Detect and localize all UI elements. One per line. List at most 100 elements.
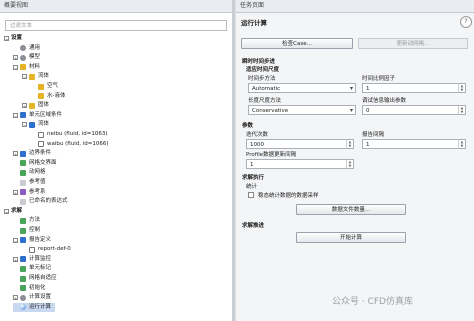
time-advancement-section: 瞬时时间步进 bbox=[242, 59, 276, 65]
tree-item[interactable]: 动网格 bbox=[13, 168, 46, 177]
tree-item[interactable]: 初始化 bbox=[13, 284, 46, 293]
tree-item[interactable]: 网格交界面 bbox=[13, 159, 57, 168]
reporting-interval-value: 1 bbox=[366, 142, 370, 148]
tree-item-label: 已命名的表达式 bbox=[29, 198, 68, 205]
update-dynamic-mesh-button[interactable]: 更新动网格... bbox=[358, 38, 468, 49]
outline-view-title: 概要视图 bbox=[0, 0, 232, 13]
tree-node-icon bbox=[20, 112, 26, 119]
verbosity-input[interactable]: 0 ▲ ▼ bbox=[362, 105, 466, 115]
tree-node-icon bbox=[20, 160, 26, 167]
collapse-icon[interactable]: − bbox=[13, 64, 18, 71]
spinner-arrows-icon[interactable]: ▲ ▼ bbox=[346, 140, 353, 148]
data-file-quantities-button[interactable]: 数据文件数量... bbox=[296, 204, 406, 215]
tree-item-label: 报告定义 bbox=[29, 236, 52, 243]
profile-update-interval-input[interactable]: 1 ▲ ▼ bbox=[246, 159, 354, 169]
tree-item[interactable]: 参考值 bbox=[13, 178, 46, 187]
iterations-value: 1000 bbox=[250, 142, 264, 148]
outline-view-panel: 概要视图 过滤文本 − 设置 通用 + 模型 − 材料 − 流体 空气 水-液体 + 固体 − 单元区域条件… bbox=[0, 0, 233, 321]
tree-item[interactable]: 方法 bbox=[13, 216, 40, 225]
collapse-icon[interactable]: − bbox=[4, 208, 9, 215]
tree-item-label: 单元区域条件 bbox=[29, 111, 63, 118]
data-sampling-checkbox[interactable] bbox=[248, 192, 254, 198]
tree-item[interactable]: − 设置 bbox=[4, 34, 22, 43]
tree-item-label: 流体 bbox=[38, 73, 50, 80]
collapse-icon[interactable]: − bbox=[4, 36, 9, 42]
tree-item[interactable]: 控制 bbox=[13, 226, 40, 235]
tree-item[interactable]: − 求解 bbox=[4, 207, 22, 216]
tree-node-icon bbox=[38, 93, 44, 100]
spinner-arrows-icon[interactable]: ▲ ▼ bbox=[458, 106, 465, 114]
tree-item[interactable]: 已命名的表达式 bbox=[13, 197, 68, 206]
tree-item[interactable]: − 单元区域条件 bbox=[13, 111, 62, 120]
panel-splitter[interactable] bbox=[232, 0, 235, 321]
help-button[interactable]: ? bbox=[460, 16, 472, 28]
collapse-icon[interactable]: − bbox=[22, 74, 27, 80]
iterations-label: 迭代次数 bbox=[246, 132, 269, 138]
reporting-interval-label: 报告间隔 bbox=[362, 132, 385, 138]
tree-item[interactable]: + 边界条件 bbox=[13, 149, 51, 158]
tree-item-label: 计算设置 bbox=[29, 294, 52, 301]
tree-node-icon bbox=[20, 275, 26, 282]
expand-icon[interactable]: + bbox=[22, 103, 27, 109]
check-case-button[interactable]: 检查Case... bbox=[241, 38, 353, 49]
tree-node-icon bbox=[38, 83, 44, 90]
tree-item[interactable]: + 模型 bbox=[13, 53, 40, 62]
tree-node-icon bbox=[20, 304, 26, 311]
tree-item-label: 水-液体 bbox=[47, 92, 66, 99]
tree-item[interactable]: 运行计算 bbox=[13, 302, 56, 312]
tree-item-label: 初始化 bbox=[29, 284, 46, 291]
data-sampling-label: 稳态统计数据的数据采样 bbox=[258, 193, 319, 199]
tree-node-icon bbox=[29, 121, 35, 128]
tree-item[interactable]: 通用 bbox=[13, 44, 40, 53]
filter-text-input[interactable]: 过滤文本 bbox=[5, 20, 227, 31]
reporting-interval-input[interactable]: 1 ▲ ▼ bbox=[362, 139, 466, 149]
length-scale-method-select[interactable]: Conservative bbox=[248, 105, 356, 116]
expand-icon[interactable]: + bbox=[13, 295, 18, 301]
spinner-arrows-icon[interactable]: ▲ ▼ bbox=[458, 84, 465, 92]
tree-item[interactable]: − 流体 bbox=[22, 72, 49, 81]
tree-item[interactable]: + 参考系 bbox=[13, 188, 46, 197]
verbosity-value: 0 bbox=[366, 108, 370, 114]
time-scale-factor-input[interactable]: 1 ▲ ▼ bbox=[362, 83, 466, 93]
spinner-arrows-icon[interactable]: ▲ ▼ bbox=[458, 140, 465, 148]
tree-item-label: 计算监控 bbox=[29, 255, 52, 262]
collapse-icon[interactable]: − bbox=[22, 122, 27, 128]
calculate-button[interactable]: 开始计算 bbox=[296, 232, 406, 243]
tree-item[interactable]: 单元标记 bbox=[13, 264, 51, 273]
collapse-icon[interactable]: − bbox=[13, 112, 18, 119]
spinner-arrows-icon[interactable]: ▲ ▼ bbox=[346, 160, 353, 168]
tree-item-label: 流体 bbox=[38, 121, 50, 128]
tree-item-label: 网格交界面 bbox=[29, 159, 57, 166]
expand-icon[interactable]: + bbox=[13, 256, 18, 263]
expand-icon[interactable]: + bbox=[13, 151, 18, 157]
tree-item[interactable]: + 计算监控 bbox=[13, 255, 51, 264]
tree-item[interactable]: 水-液体 bbox=[31, 92, 66, 101]
tree-item-label: 参考系 bbox=[29, 188, 46, 195]
tree-item[interactable]: − 材料 bbox=[13, 63, 40, 72]
statistics-label: 统计 bbox=[246, 184, 258, 190]
tree-node-icon bbox=[20, 198, 26, 205]
tree-item[interactable]: − 流体 bbox=[22, 120, 49, 129]
tree-item[interactable]: waibu (fluid, id=1066) bbox=[31, 140, 109, 149]
tree-item[interactable]: neibu (fluid, id=1063) bbox=[31, 130, 108, 139]
tree-item-label: report-def-0 bbox=[38, 246, 71, 253]
time-step-method-select[interactable]: Automatic bbox=[248, 83, 356, 94]
expand-icon[interactable]: + bbox=[13, 55, 18, 61]
run-calculation-heading: 运行计算 bbox=[241, 19, 267, 27]
collapse-icon[interactable]: − bbox=[13, 237, 18, 244]
tree-item[interactable]: + 固体 bbox=[22, 101, 49, 110]
tree-item[interactable]: − 报告定义 bbox=[13, 236, 51, 245]
tree-item[interactable]: 网格自适应 bbox=[13, 274, 57, 283]
tree-item[interactable]: report-def-0 bbox=[22, 245, 71, 254]
tree-node-icon bbox=[20, 64, 26, 71]
tree-node-icon bbox=[20, 256, 26, 263]
tree-item[interactable]: + 计算设置 bbox=[13, 293, 51, 302]
tree-node-icon bbox=[20, 54, 26, 61]
expand-icon[interactable]: + bbox=[13, 189, 18, 196]
tree-item-label: 设置 bbox=[11, 35, 23, 41]
solution-processing-section: 求解执行 bbox=[242, 175, 265, 181]
tree-node-icon bbox=[20, 285, 26, 292]
tree-item[interactable]: 空气 bbox=[31, 82, 58, 91]
tree-item-label: waibu (fluid, id=1066) bbox=[47, 140, 109, 147]
iterations-input[interactable]: 1000 ▲ ▼ bbox=[246, 139, 354, 149]
